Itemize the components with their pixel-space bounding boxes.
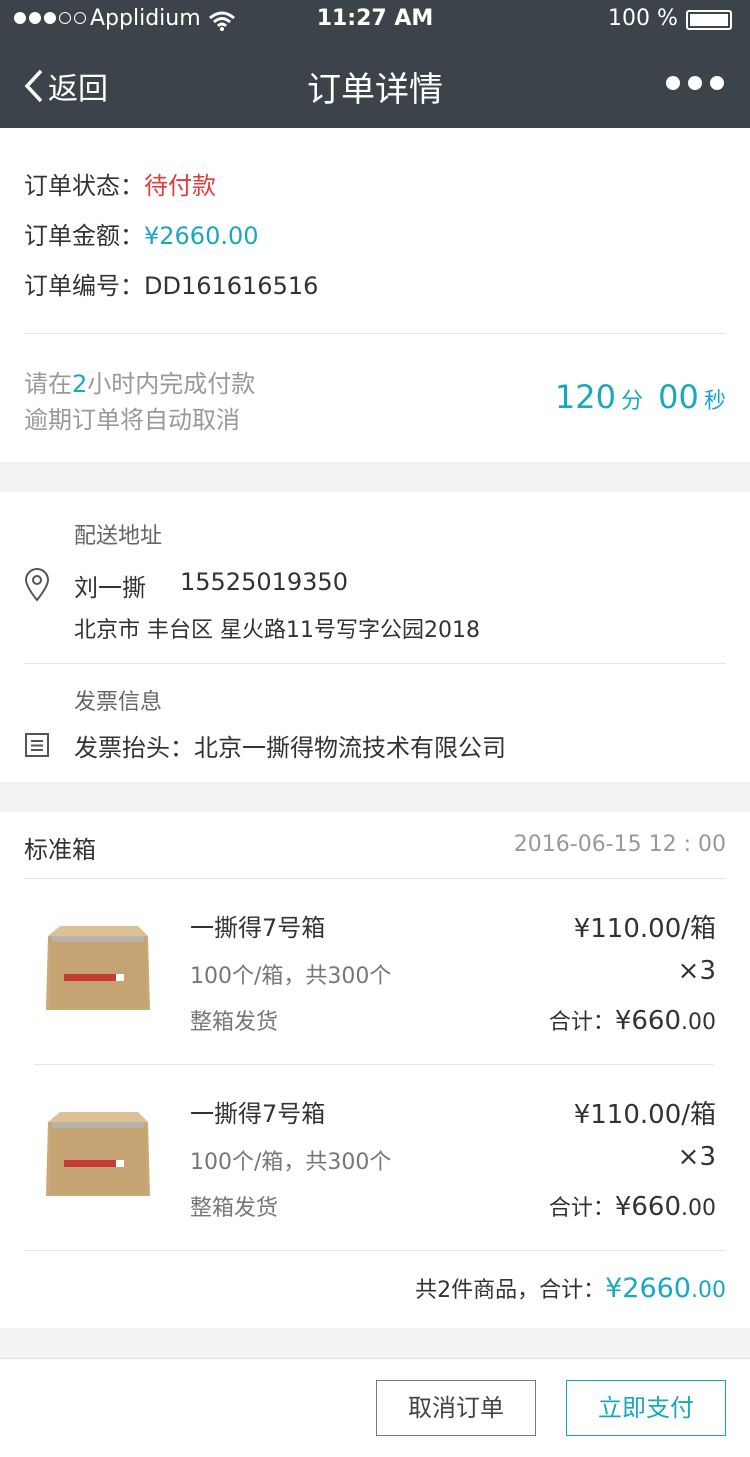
location-pin-icon	[24, 568, 50, 602]
deadline-prefix: 请在	[24, 370, 72, 398]
countdown-minutes: 120	[554, 378, 616, 416]
subtotal-label: 合计：	[548, 1196, 615, 1221]
divider	[24, 663, 726, 664]
item-name: 一撕得7号箱	[190, 914, 326, 942]
order-number-value: DD161616516	[144, 272, 319, 300]
order-amount-row: 订单金额：¥2660.00	[24, 216, 259, 251]
auto-cancel-notice: 逾期订单将自动取消	[24, 406, 240, 434]
goods-card: 标准箱 2016-06-15 12 : 00 一撕得7号箱 100个/箱，共30…	[0, 812, 750, 1328]
battery-icon	[686, 10, 732, 30]
subtotal-decimals: .00	[681, 1010, 716, 1035]
order-status-label: 订单状态：	[24, 172, 144, 200]
list-item[interactable]: 一撕得7号箱 100个/箱，共300个 整箱发货 ¥110.00/箱 ×3 合计…	[0, 1064, 750, 1250]
order-info-card: 订单状态：待付款 订单金额：¥2660.00 订单编号：DD161616516 …	[0, 128, 750, 462]
delivery-address: 北京市 丰台区 星火路11号写字公园2018	[74, 618, 480, 643]
order-status-value: 待付款	[144, 172, 216, 200]
subtotal-amount: ¥660	[614, 1006, 681, 1036]
item-spec: 100个/箱，共300个	[190, 1150, 392, 1175]
box-product-image	[46, 926, 150, 1010]
subtotal-amount: ¥660	[614, 1192, 681, 1222]
more-button[interactable]	[666, 76, 724, 90]
order-datetime: 2016-06-15 12 : 00	[513, 832, 726, 857]
subtotal-decimals: .00	[681, 1196, 716, 1221]
recipient-phone: 15525019350	[180, 568, 348, 596]
countdown-seconds: 00	[658, 378, 699, 416]
item-subtotal: 合计：¥660.00	[549, 1004, 716, 1036]
order-number-row: 订单编号：DD161616516	[24, 266, 318, 301]
total-decimals: .00	[691, 1278, 726, 1303]
document-icon	[25, 733, 49, 757]
item-name: 一撕得7号箱	[190, 1100, 326, 1128]
bottom-action-bar: 取消订单 立即支付	[0, 1358, 750, 1457]
item-price: ¥110.00/箱	[573, 1100, 716, 1130]
deadline-suffix: 小时内完成付款	[87, 370, 256, 398]
item-subtotal: 合计：¥660.00	[549, 1190, 716, 1222]
payment-deadline-text: 请在2小时内完成付款	[24, 364, 255, 399]
subtotal-label: 合计：	[548, 1010, 615, 1035]
countdown-seconds-unit: 秒	[703, 389, 726, 414]
order-amount-label: 订单金额：	[24, 222, 144, 250]
item-spec: 100个/箱，共300个	[190, 964, 392, 989]
item-quantity: ×3	[677, 956, 716, 986]
invoice-title: 发票信息	[74, 690, 163, 715]
total-label: 共2件商品，合计：	[415, 1278, 606, 1303]
order-number-label: 订单编号：	[24, 272, 144, 300]
address-invoice-card: 配送地址 刘一撕 15525019350 北京市 丰台区 星火路11号写字公园2…	[0, 492, 750, 782]
recipient-name: 刘一撕	[74, 574, 146, 602]
item-shipping: 整箱发货	[190, 1010, 279, 1035]
app-header: Applidium 11:27 AM 100 % 返回 订单详情	[0, 0, 750, 128]
item-quantity: ×3	[677, 1142, 716, 1172]
item-shipping: 整箱发货	[190, 1196, 279, 1221]
divider	[24, 333, 726, 334]
box-product-image	[46, 1112, 150, 1196]
cancel-order-button[interactable]: 取消订单	[376, 1380, 536, 1436]
countdown-timer: 120 分 00 秒	[555, 378, 726, 416]
page-title: 订单详情	[307, 70, 443, 110]
order-status-row: 订单状态：待付款	[24, 166, 216, 201]
order-amount-value: ¥2660.00	[144, 222, 259, 250]
deadline-hours: 2	[72, 370, 88, 398]
list-item[interactable]: 一撕得7号箱 100个/箱，共300个 整箱发货 ¥110.00/箱 ×3 合计…	[0, 878, 750, 1064]
goods-category: 标准箱	[24, 836, 96, 864]
more-dot-icon	[710, 76, 724, 90]
order-total: 共2件商品，合计：¥2660.00	[415, 1272, 726, 1304]
delivery-title: 配送地址	[74, 524, 163, 549]
invoice-header: 发票抬头：北京一撕得物流技术有限公司	[74, 734, 506, 762]
pay-now-button[interactable]: 立即支付	[566, 1380, 726, 1436]
divider	[24, 1250, 726, 1251]
item-price: ¥110.00/箱	[573, 914, 716, 944]
battery-percent: 100 %	[608, 6, 678, 31]
more-dot-icon	[688, 76, 702, 90]
more-dot-icon	[666, 76, 680, 90]
total-amount: ¥2660	[605, 1273, 691, 1304]
countdown-minutes-unit: 分	[621, 389, 644, 414]
